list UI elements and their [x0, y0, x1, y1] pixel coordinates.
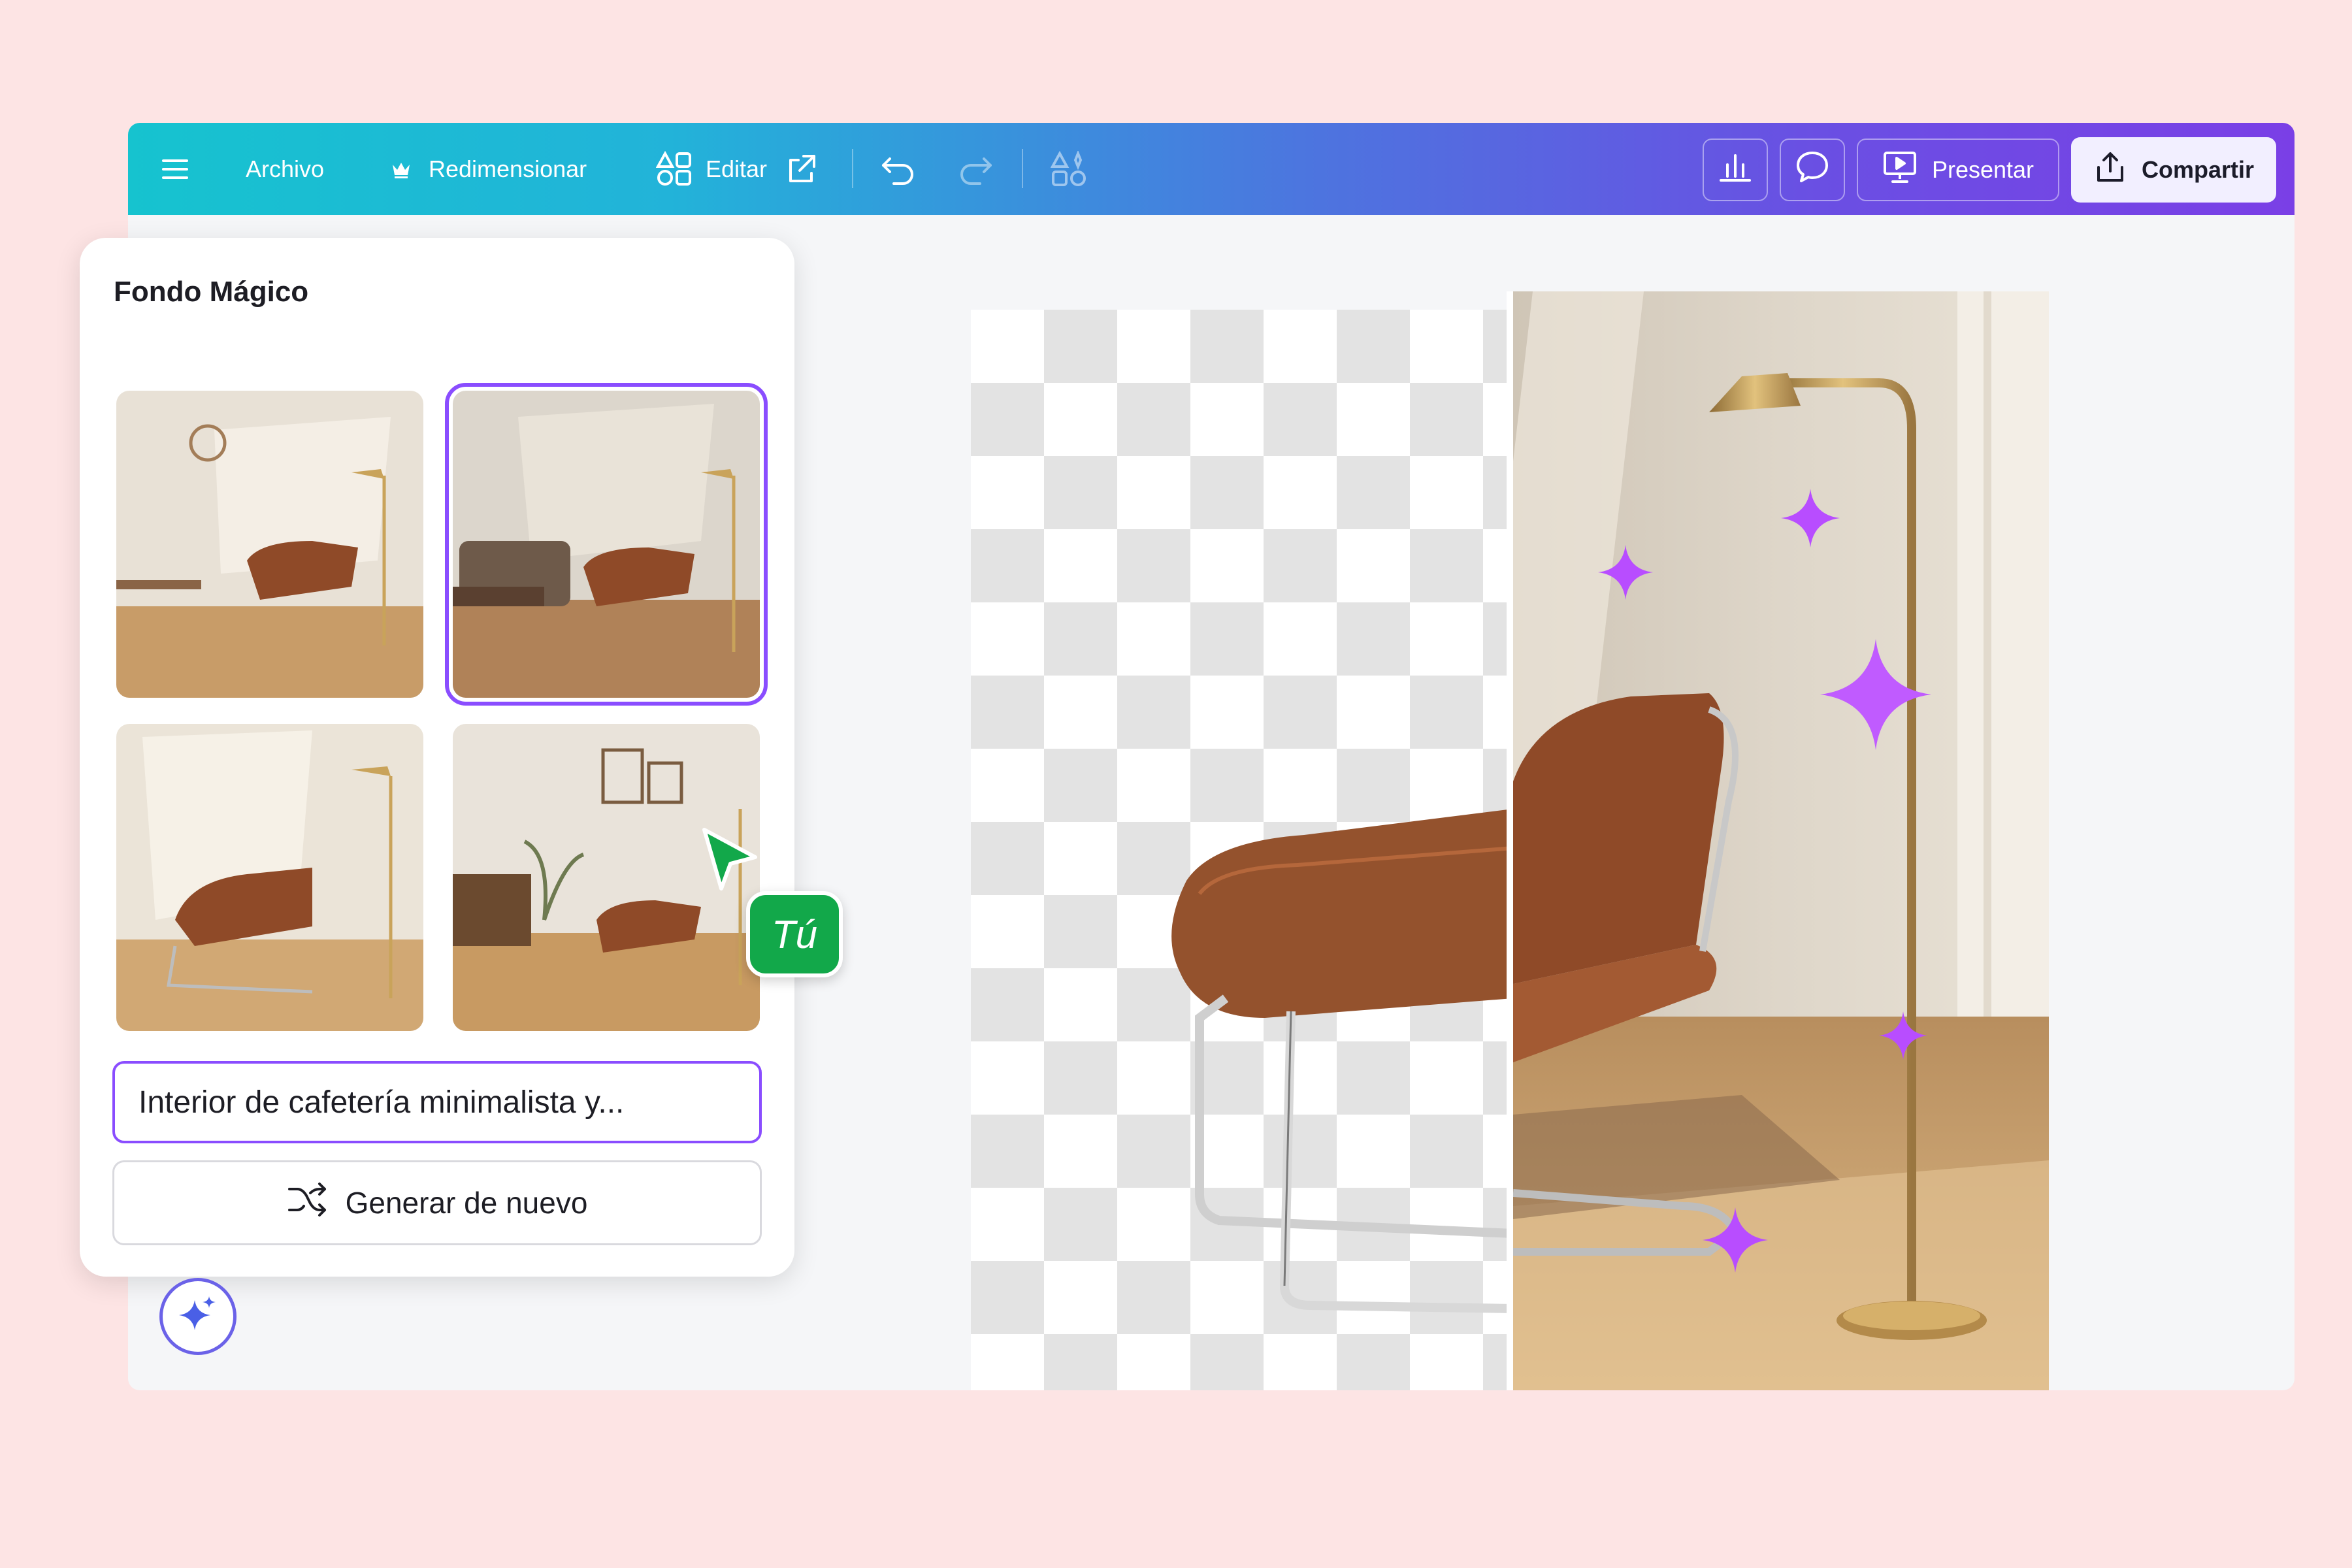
file-menu-button[interactable]: Archivo: [246, 123, 324, 215]
shapes-icon: [656, 150, 693, 188]
present-button[interactable]: Presentar: [1857, 139, 2059, 201]
resize-label: Redimensionar: [429, 155, 587, 182]
magic-tools-button[interactable]: [159, 1278, 237, 1355]
collaborator-tag: Tú: [746, 891, 843, 977]
generated-background-photo: [1513, 291, 2049, 1390]
top-toolbar: Archivo Redimensionar Editar Presentar C…: [128, 123, 2295, 215]
sparkle-icon: [1879, 1011, 1927, 1060]
share-label: Compartir: [2141, 156, 2255, 183]
undo-button[interactable]: [881, 123, 916, 215]
crown-icon: [391, 159, 412, 179]
menu-button[interactable]: [161, 123, 189, 215]
comment-button[interactable]: [1780, 139, 1845, 201]
prompt-text: Interior de cafetería minimalista y...: [139, 1085, 625, 1120]
sparkle-icon: [1820, 639, 1931, 750]
edit-label: Editar: [706, 155, 768, 182]
chair-cutout: [1171, 809, 1513, 1313]
redo-button[interactable]: [958, 123, 993, 215]
sparkle-icon: [1703, 1207, 1768, 1273]
elements-button[interactable]: [1051, 123, 1087, 215]
edit-button[interactable]: Editar: [656, 123, 819, 215]
elements-icon: [1051, 150, 1087, 188]
comment-icon: [1795, 150, 1830, 191]
sparkle-icon: [1781, 489, 1840, 547]
redo-icon: [958, 154, 993, 185]
regenerate-button[interactable]: Generar de nuevo: [112, 1160, 762, 1245]
resize-button[interactable]: Redimensionar: [391, 123, 587, 215]
sparkle-icon: [176, 1294, 220, 1340]
undo-icon: [881, 154, 916, 185]
toolbar-divider: [1022, 149, 1023, 188]
file-menu-label: Archivo: [246, 155, 325, 182]
hamburger-icon: [161, 157, 189, 181]
background-option-2[interactable]: [445, 383, 768, 706]
panel-title: Fondo Mágico: [114, 276, 309, 308]
background-prompt-input[interactable]: Interior de cafetería minimalista y...: [112, 1061, 762, 1143]
insights-button[interactable]: [1703, 139, 1768, 201]
background-option-3[interactable]: [116, 724, 423, 1031]
share-icon: [2093, 150, 2127, 190]
bar-chart-icon: [1718, 152, 1752, 189]
present-icon: [1882, 150, 1918, 190]
magic-background-panel: Fondo Mágico Tú Interior de cafetería mi…: [80, 238, 843, 1277]
present-label: Presentar: [1931, 156, 2034, 183]
external-link-icon[interactable]: [785, 152, 819, 186]
background-option-1[interactable]: [116, 391, 423, 698]
share-button[interactable]: Compartir: [2071, 137, 2276, 203]
before-after-divider[interactable]: [1507, 291, 1513, 1390]
collaborator-cursor-icon: [702, 828, 757, 890]
shuffle-icon: [287, 1181, 327, 1225]
regenerate-label: Generar de nuevo: [345, 1186, 588, 1220]
toolbar-divider: [852, 149, 853, 188]
sparkle-icon: [1598, 545, 1653, 600]
